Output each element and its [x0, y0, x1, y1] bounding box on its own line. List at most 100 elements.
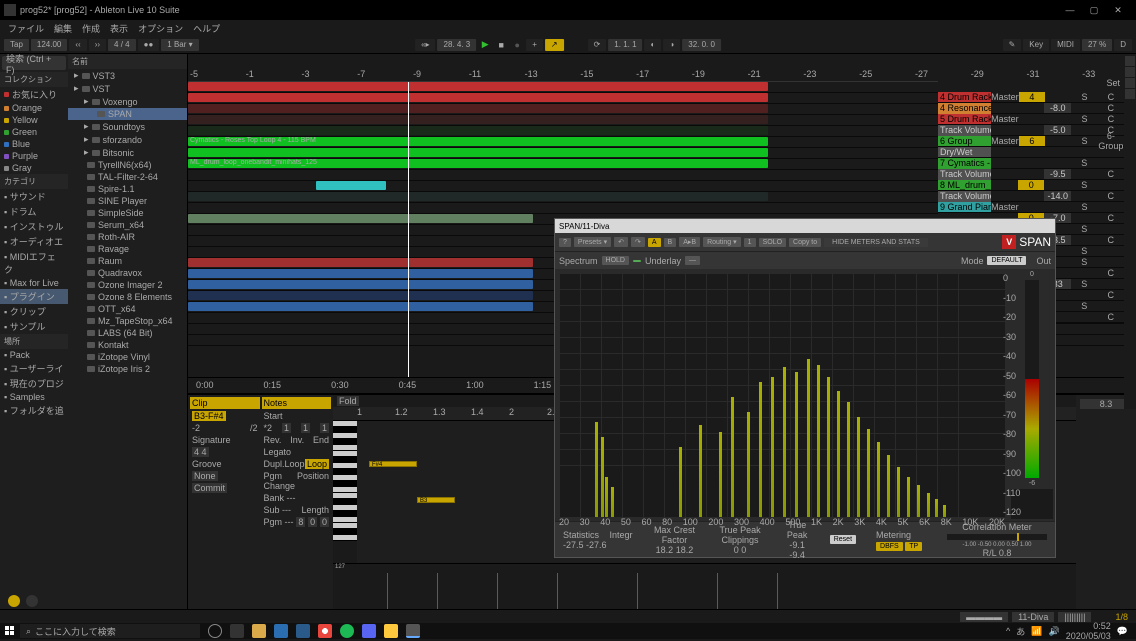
clip-name[interactable]: B3-F#4: [192, 411, 226, 421]
tree-item[interactable]: SINE Player: [68, 195, 187, 207]
span-title[interactable]: SPAN/11-Diva: [555, 219, 1055, 233]
menu-help[interactable]: ヘルプ: [193, 22, 220, 35]
span-plugin-window[interactable]: SPAN/11-Diva ? Presets ▾ ↶ ↷ A B A▸B Rou…: [554, 218, 1056, 558]
menu-options[interactable]: オプション: [138, 22, 183, 35]
span-one[interactable]: 1: [744, 238, 756, 247]
ableton-icon[interactable]: [406, 624, 420, 638]
span-a[interactable]: A: [648, 238, 661, 247]
audio-clip[interactable]: [188, 269, 533, 278]
audio-clip[interactable]: [188, 192, 768, 201]
tree-item[interactable]: Ravage: [68, 243, 187, 255]
span-b[interactable]: B: [664, 238, 677, 247]
punch-out[interactable]: ◑: [663, 39, 680, 51]
category-item[interactable]: ▪ サンプル: [0, 319, 68, 334]
browser-search[interactable]: 検索 (Ctrl + F): [2, 56, 66, 70]
ime-icon[interactable]: あ: [1016, 625, 1025, 638]
audio-clip[interactable]: ML_drum_loop_onebandit_minihats_125: [188, 159, 768, 168]
menu-create[interactable]: 作成: [82, 22, 100, 35]
tree-item[interactable]: SimpleSide: [68, 207, 187, 219]
place-item[interactable]: ▪ フォルダを追: [0, 403, 68, 418]
collection-item[interactable]: Orange: [0, 102, 68, 114]
category-item[interactable]: ▪ クリップ: [0, 304, 68, 319]
mixer-track-row[interactable]: Track Volume ▾-14.0C: [938, 191, 1124, 202]
span-copy[interactable]: Copy to: [789, 238, 821, 247]
punch-in[interactable]: ◐: [645, 39, 662, 51]
maximize-button[interactable]: ▢: [1088, 4, 1100, 16]
span-help[interactable]: ?: [559, 238, 571, 247]
collection-item[interactable]: Purple: [0, 150, 68, 162]
clip-view-toggle[interactable]: [8, 595, 20, 607]
tree-item[interactable]: OTT_x64: [68, 303, 187, 315]
audio-clip[interactable]: [188, 291, 533, 300]
collection-item[interactable]: お気に入り: [0, 87, 68, 102]
mixer-track-row[interactable]: 7 Cymatics - ▾S: [938, 158, 1124, 169]
mixer-track-row[interactable]: 5 Drum RackMasterSC: [938, 114, 1124, 125]
draw-mode[interactable]: ✎: [1003, 39, 1022, 51]
audio-clip[interactable]: [188, 82, 768, 91]
stop-button[interactable]: ■: [494, 38, 508, 52]
span-undo[interactable]: ↶: [614, 237, 628, 247]
span-mode-default[interactable]: DEFAULT: [987, 256, 1026, 265]
spotify-icon[interactable]: [340, 624, 354, 638]
mixer-track-row[interactable]: Track Volume ▾-5.0C: [938, 125, 1124, 136]
position-display[interactable]: 28. 4. 3: [438, 39, 477, 51]
mixer-track-row[interactable]: Dry/Wet: [938, 147, 1124, 158]
piano-keyboard[interactable]: [333, 421, 357, 563]
category-item[interactable]: ▪ Max for Live: [0, 277, 68, 289]
clock-time[interactable]: 0:52: [1066, 621, 1111, 631]
audio-clip[interactable]: [188, 258, 533, 267]
tree-item[interactable]: TyrellN6(x64): [68, 159, 187, 171]
audio-clip[interactable]: [188, 104, 768, 113]
tray-expand[interactable]: ^: [1006, 626, 1010, 636]
menu-view[interactable]: 表示: [110, 22, 128, 35]
audio-clip[interactable]: Cymatics - Roses Top Loop 4 - 115 BPM: [188, 137, 768, 146]
tree-item[interactable]: iZotope Iris 2: [68, 363, 187, 375]
place-item[interactable]: ▪ ユーザーライ: [0, 361, 68, 376]
span-hold[interactable]: HOLD: [602, 256, 629, 265]
menu-edit[interactable]: 編集: [54, 22, 72, 35]
explorer-icon[interactable]: [252, 624, 266, 638]
automation-arm[interactable]: ↗: [545, 39, 564, 51]
category-item[interactable]: ▪ サウンド: [0, 189, 68, 204]
tree-item[interactable]: ▸ VST3: [68, 69, 187, 82]
device-view-toggle[interactable]: [26, 595, 38, 607]
commit-button[interactable]: Commit: [192, 483, 227, 493]
spectrum-display[interactable]: 2030405060801002003004005001K2K3K4K5K6K8…: [559, 273, 1005, 517]
audio-clip[interactable]: [188, 247, 533, 256]
tree-item[interactable]: Roth-AIR: [68, 231, 187, 243]
edge-icon[interactable]: [274, 624, 288, 638]
tree-item[interactable]: ▸ Bitsonic: [68, 146, 187, 159]
audio-clip[interactable]: [188, 302, 533, 311]
tree-item[interactable]: Serum_x64: [68, 219, 187, 231]
mixer-track-row[interactable]: 9 Grand PianMasterS: [938, 202, 1124, 213]
follow-button[interactable]: «▸: [415, 39, 435, 51]
volume-icon[interactable]: 🔊: [1049, 626, 1060, 637]
close-button[interactable]: ✕: [1112, 4, 1124, 16]
span-routing[interactable]: Routing ▾: [703, 237, 741, 247]
tree-item[interactable]: Mz_TapeStop_x64: [68, 315, 187, 327]
audio-clip[interactable]: [188, 280, 533, 289]
start-button[interactable]: [0, 623, 20, 639]
mixer-toggle[interactable]: [1125, 89, 1135, 99]
audio-clip[interactable]: [188, 115, 768, 124]
tree-item[interactable]: ▸ Soundtoys: [68, 120, 187, 133]
cortana-icon[interactable]: [208, 624, 222, 638]
tree-item[interactable]: Quadravox: [68, 267, 187, 279]
midi-note[interactable]: F#4: [369, 461, 417, 467]
span-hide-meters[interactable]: HIDE METERS AND STATS: [824, 238, 928, 247]
play-button[interactable]: ▶: [478, 38, 492, 52]
tree-item[interactable]: Kontakt: [68, 339, 187, 351]
taskview-icon[interactable]: [230, 624, 244, 638]
loop-start[interactable]: 1. 1. 1: [608, 39, 642, 51]
tree-item[interactable]: Ozone 8 Elements: [68, 291, 187, 303]
tree-item[interactable]: TAL-Filter-2-64: [68, 171, 187, 183]
mixer-track-row[interactable]: Track Volume ▾-9.5C: [938, 169, 1124, 180]
category-item[interactable]: ▪ インストゥル: [0, 219, 68, 234]
tree-item[interactable]: Raum: [68, 255, 187, 267]
taskbar-search[interactable]: ⌕ ここに入力して検索: [20, 624, 200, 638]
nudge-down[interactable]: ‹‹: [69, 39, 86, 51]
playhead[interactable]: [408, 82, 409, 377]
span-reset[interactable]: Reset: [830, 535, 856, 544]
category-item[interactable]: ▪ プラグイン: [0, 289, 68, 304]
fold-button[interactable]: Fold: [337, 396, 359, 406]
